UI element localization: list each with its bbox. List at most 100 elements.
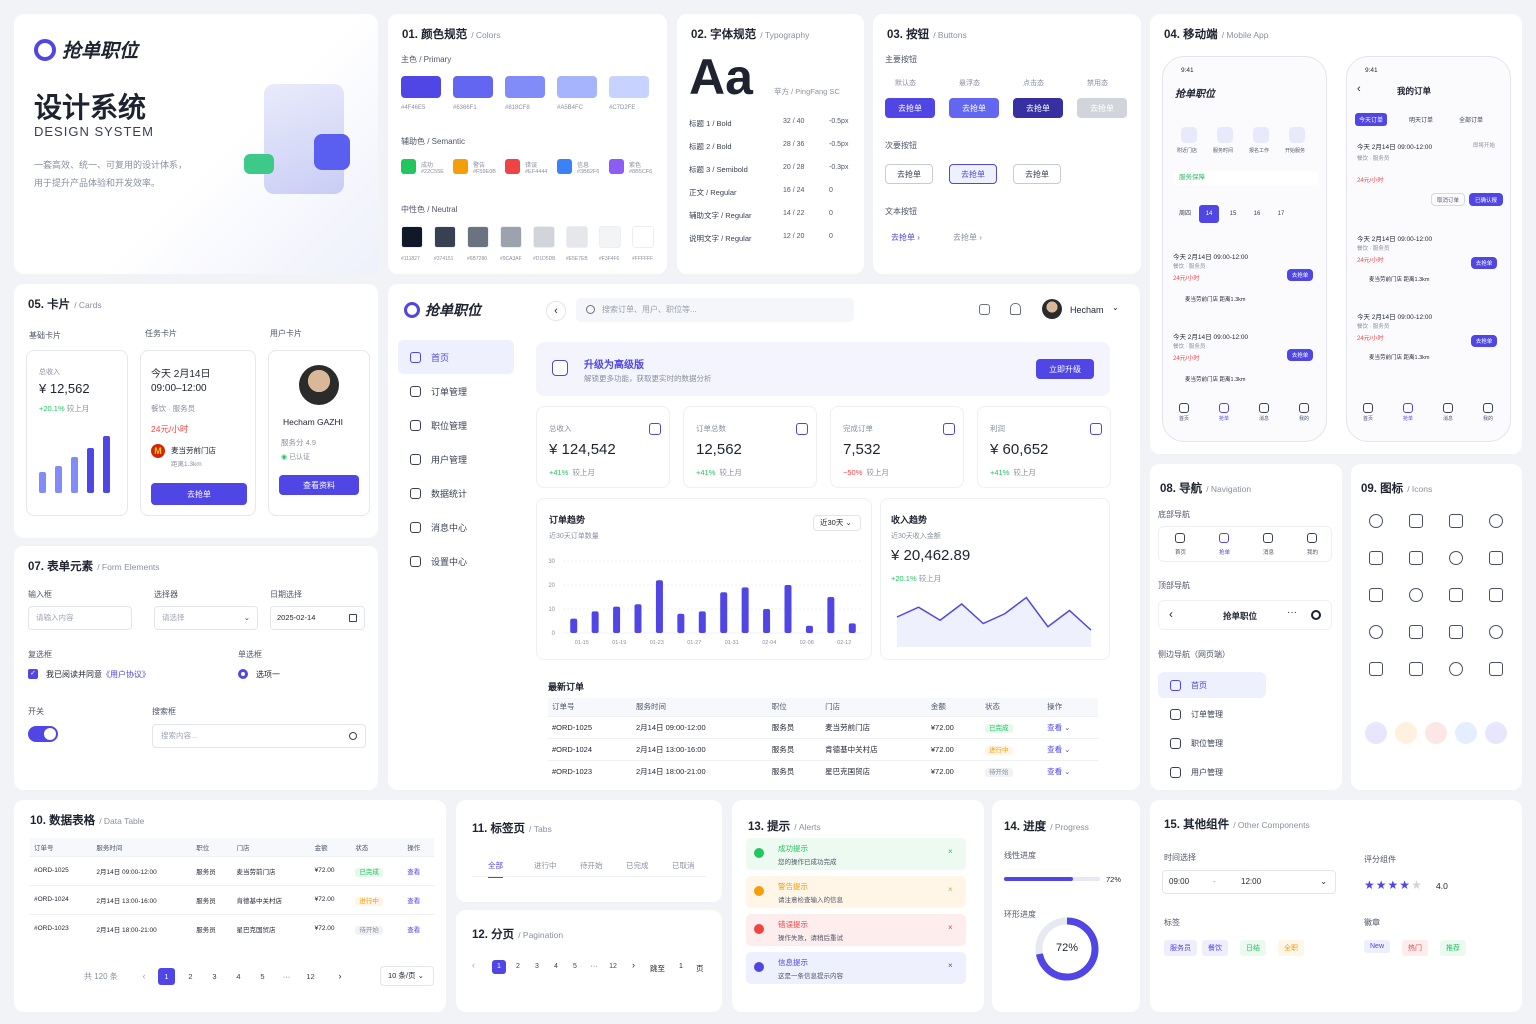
table-cell[interactable]: 查看 — [403, 913, 434, 943]
message-icon[interactable] — [979, 304, 990, 315]
bottom-nav-icon[interactable] — [1403, 403, 1413, 413]
nav-icon[interactable] — [1219, 533, 1229, 543]
confirm-order-button[interactable]: 已确认报 — [1469, 193, 1503, 206]
star-icon[interactable]: ★ — [1376, 878, 1387, 892]
bottom-nav-icon[interactable] — [1259, 403, 1269, 413]
user-name[interactable]: Hecham — [1070, 305, 1104, 315]
page-button[interactable]: 12 — [606, 960, 620, 974]
time-from[interactable]: 09:00 — [1169, 871, 1189, 893]
date-item[interactable]: 15 — [1223, 205, 1243, 223]
side-nav-item[interactable]: 职位管理 — [1158, 730, 1266, 756]
page-button[interactable]: 12 — [302, 968, 319, 985]
star-rating[interactable]: ★★★★★ — [1364, 878, 1423, 892]
view-link[interactable]: 查看 — [407, 869, 420, 876]
page-button[interactable]: ··· — [587, 960, 601, 974]
side-nav-item[interactable]: 首页 — [1158, 672, 1266, 698]
grab-button[interactable]: 去抢单 — [1471, 335, 1497, 347]
sidebar-item[interactable]: 消息中心 — [398, 510, 514, 544]
side-nav-item[interactable]: 订单管理 — [1158, 701, 1266, 727]
page-button[interactable]: 4 — [549, 960, 563, 974]
more-icon[interactable]: ··· — [1287, 607, 1297, 618]
checkbox[interactable]: ✓ — [28, 669, 38, 679]
secondary-button[interactable]: 去抢单 — [949, 164, 997, 184]
page-button[interactable]: 3 — [206, 968, 223, 985]
cancel-order-button[interactable]: 取消订单 — [1431, 193, 1465, 206]
date-item[interactable]: 周四 — [1175, 205, 1195, 223]
view-link[interactable]: 查看 ⌄ — [1047, 745, 1070, 754]
view-link[interactable]: 查看 ⌄ — [1047, 723, 1070, 732]
table-cell[interactable]: 查看 — [403, 884, 434, 914]
table-cell[interactable]: 查看 ⌄ — [1043, 737, 1098, 760]
close-icon[interactable]: × — [948, 847, 953, 856]
table-cell[interactable]: 查看 — [403, 855, 434, 885]
close-icon[interactable]: × — [948, 885, 953, 894]
view-link[interactable]: 查看 — [407, 898, 420, 905]
star-icon[interactable]: ★ — [1364, 878, 1375, 892]
sidebar-item[interactable]: 职位管理 — [398, 408, 514, 442]
order-tab[interactable]: 今天订单 — [1355, 113, 1388, 126]
date-item[interactable]: 17 — [1271, 205, 1291, 223]
agreement-link[interactable]: 《用户协议》 — [102, 670, 150, 679]
side-nav-item[interactable]: 用户管理 — [1158, 759, 1266, 785]
radio[interactable] — [238, 669, 248, 679]
grab-button[interactable]: 去抢单 — [1287, 269, 1313, 281]
home-tab-icon[interactable] — [1217, 127, 1233, 143]
text-input[interactable]: 请输入内容 — [28, 606, 132, 630]
search-input[interactable]: 搜索订单、用户、职位等... — [576, 298, 854, 322]
order-tab[interactable]: 全部订单 — [1455, 113, 1487, 126]
secondary-button[interactable]: 去抢单 — [885, 164, 933, 184]
tab[interactable]: 已取消 — [672, 860, 695, 871]
page-button[interactable]: 4 — [230, 968, 247, 985]
primary-button[interactable]: 去抢单 — [885, 98, 935, 118]
time-to[interactable]: 12:00 — [1241, 871, 1261, 893]
date-item[interactable]: 16 — [1247, 205, 1267, 223]
chevron-down-icon[interactable]: ⌄ — [1112, 303, 1119, 312]
table-cell[interactable]: 查看 ⌄ — [1043, 715, 1098, 738]
home-tab-icon[interactable] — [1289, 127, 1305, 143]
page-button[interactable]: 3 — [530, 960, 544, 974]
nav-icon[interactable] — [1175, 533, 1185, 543]
page-button[interactable]: ··· — [278, 968, 295, 985]
sidebar-item[interactable]: 订单管理 — [398, 374, 514, 408]
order-tab[interactable]: 明天订单 — [1405, 113, 1437, 126]
sidebar-item[interactable]: 用户管理 — [398, 442, 514, 476]
bottom-nav-icon[interactable] — [1483, 403, 1493, 413]
primary-button[interactable]: 去抢单 — [949, 98, 999, 118]
toggle-switch[interactable] — [28, 726, 58, 742]
grab-button[interactable]: 去抢单 — [1287, 349, 1313, 361]
text-button[interactable]: 去抢单 › — [891, 232, 920, 243]
star-icon[interactable]: ★ — [1388, 878, 1399, 892]
table-row[interactable]: #ORD-1024 2月14日 13:00-16:00 服务员 肯德基中关村店 ¥72.… — [548, 737, 1098, 760]
view-link[interactable]: 查看 ⌄ — [1047, 767, 1070, 776]
bottom-nav-icon[interactable] — [1443, 403, 1453, 413]
range-select[interactable]: 近30天 ⌄ — [813, 515, 861, 531]
sidebar-item[interactable]: 数据统计 — [398, 476, 514, 510]
tab[interactable]: 已完成 — [626, 860, 649, 871]
back-button[interactable]: ‹ — [546, 301, 566, 321]
view-profile-button[interactable]: 查看资料 — [279, 475, 359, 495]
table-cell[interactable]: 查看 ⌄ — [1043, 759, 1098, 782]
page-button[interactable]: 1 — [492, 960, 506, 974]
grab-button[interactable]: 去抢单 — [151, 483, 247, 505]
home-tab-icon[interactable] — [1253, 127, 1269, 143]
search-box[interactable]: 搜索内容... — [152, 724, 366, 748]
home-tab-icon[interactable] — [1181, 127, 1197, 143]
prev-page-button[interactable]: ‹ — [472, 960, 475, 970]
back-icon[interactable]: ‹ — [1357, 83, 1361, 95]
jump-input[interactable]: 1 — [674, 960, 688, 974]
page-button[interactable]: 1 — [158, 968, 175, 985]
table-row[interactable]: #ORD-1023 2月14日 18:00-21:00 服务员 星巴克国贸店 ¥72.0… — [548, 759, 1098, 782]
tab[interactable]: 进行中 — [534, 860, 557, 871]
prev-page-button[interactable]: ‹ — [136, 968, 152, 984]
nav-icon[interactable] — [1307, 533, 1317, 543]
close-icon[interactable]: × — [948, 961, 953, 970]
date-input[interactable]: 2025-02-14 — [270, 606, 365, 630]
table-row[interactable]: #ORD-1023 2月14日 18:00-21:00 服务员 星巴克国贸店 ¥72.0… — [30, 913, 434, 943]
bottom-nav-icon[interactable] — [1363, 403, 1373, 413]
user-avatar[interactable] — [1042, 299, 1062, 319]
target-icon[interactable] — [1311, 610, 1321, 620]
next-page-button[interactable]: › — [632, 960, 635, 970]
star-icon[interactable]: ★ — [1399, 878, 1410, 892]
grab-button[interactable]: 去抢单 — [1471, 257, 1497, 269]
back-icon[interactable]: ‹ — [1169, 607, 1173, 621]
